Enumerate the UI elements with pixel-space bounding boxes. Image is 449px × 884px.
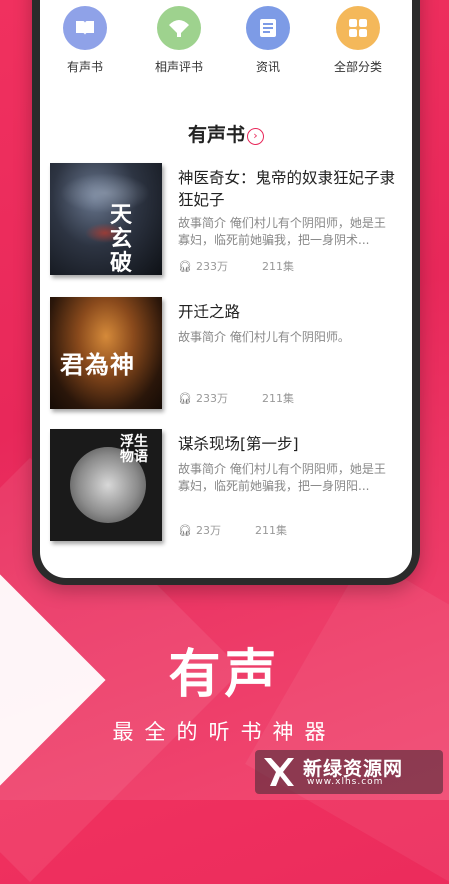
book-meta: 🎧︎ 233万 211集 [178,390,294,406]
book-meta: 🎧︎ 23万 211集 [178,522,287,538]
watermark-url: www.xlhs.com [307,777,384,787]
slogan-title: 有声 [168,645,281,705]
headphones-icon: 🎧︎ [178,524,192,537]
book-cover: 浮生物语 [50,429,162,541]
watermark: 新绿资源网 www.xlhs.com [255,750,443,794]
category-nav: 有声书 相声评书 资讯 全部分类 [40,0,412,86]
book-description: 故事简介 俺们村儿有个阴阳师，她是王寡妇，临死前她骗我，把一身阴术... [178,216,386,247]
section-header[interactable]: 有声书 › [40,120,412,147]
play-count: 233万 [195,392,228,405]
episode-count: 211集 [261,260,294,273]
list-item[interactable]: 天玄破 神医奇女：鬼帝的奴隶狂妃子隶狂妃子 故事简介 俺们村儿有个阴阳师，她是王… [50,163,400,281]
play-count: 23万 [195,524,221,537]
fan-icon [157,6,201,50]
cover-title: 君為神 [60,350,135,379]
category-audiobook[interactable]: 有声书 [45,6,125,75]
cover-title: 浮生物语 [120,434,148,465]
app-screen: 有声书 相声评书 资讯 全部分类 有声书 › 天玄破 神医奇女：鬼帝的奴隶狂妃子… [40,0,412,578]
category-label: 全部分类 [333,60,382,74]
book-icon [63,6,107,50]
list-item[interactable]: 浮生物语 谋杀现场[第一步] 故事简介 俺们村儿有个阴阳师，她是王寡妇，临死前她… [50,429,400,547]
category-label: 相声评书 [154,60,203,74]
watermark-logo-icon [261,754,297,790]
book-title[interactable]: 神医奇女：鬼帝的奴隶狂妃子隶狂妃子 [178,167,400,211]
section-title: 有声书 [187,124,245,146]
news-icon [246,6,290,50]
book-meta: 🎧︎ 233万 211集 [178,258,294,274]
episode-count: 211集 [261,392,294,405]
cover-title: 天玄破 [110,202,133,275]
slogan-subtitle: 最全的听书神器 [112,720,337,744]
category-label: 资讯 [255,60,280,74]
category-crosstalk[interactable]: 相声评书 [139,6,219,75]
book-cover: 君為神 [50,297,162,409]
book-title[interactable]: 开迁之路 [178,301,400,323]
book-description: 故事简介 俺们村儿有个阴阳师，她是王寡妇，临死前她骗我，把一身阴阳... [178,462,386,493]
book-description: 故事简介 俺们村儿有个阴阳师。 [178,330,350,344]
headphones-icon: 🎧︎ [178,392,192,405]
category-all[interactable]: 全部分类 [318,6,398,75]
category-label: 有声书 [66,60,103,74]
book-cover: 天玄破 [50,163,162,275]
grid-icon [336,6,380,50]
play-count: 233万 [195,260,228,273]
list-item[interactable]: 君為神 开迁之路 故事简介 俺们村儿有个阴阳师。 🎧︎ 233万 211集 [50,297,400,415]
headphones-icon: 🎧︎ [178,260,192,273]
book-title[interactable]: 谋杀现场[第一步] [178,433,400,455]
chevron-right-icon[interactable]: › [247,128,264,145]
episode-count: 211集 [254,524,287,537]
category-news[interactable]: 资讯 [228,6,308,75]
